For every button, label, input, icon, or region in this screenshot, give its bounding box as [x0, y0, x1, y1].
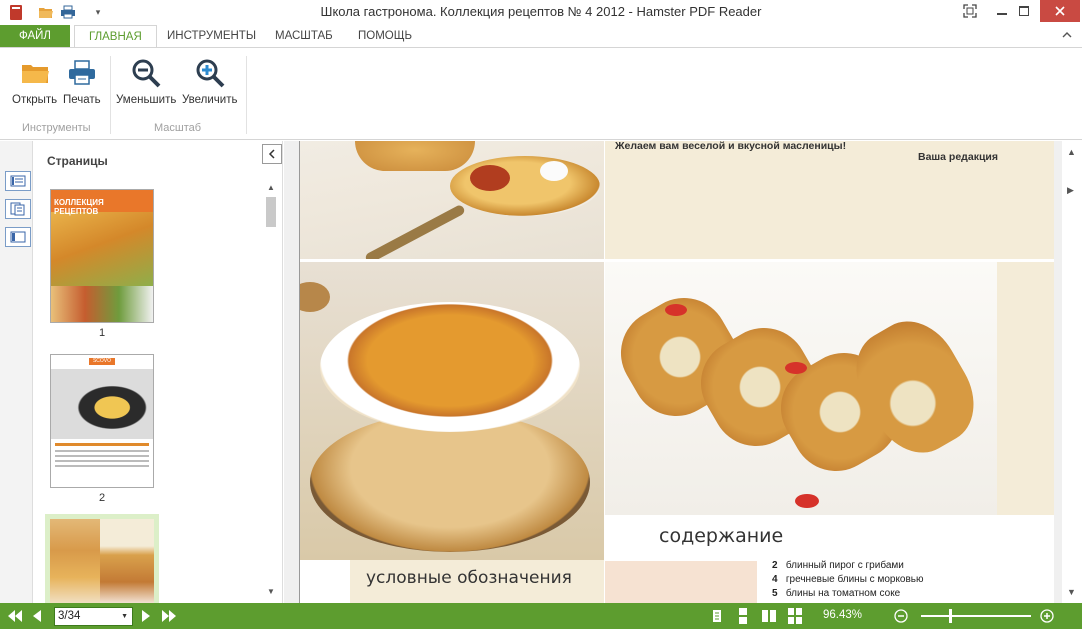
scroll-thumb[interactable]	[266, 197, 276, 227]
scroll-up-icon[interactable]: ▲	[267, 183, 275, 192]
zoom-level: 96.43%	[823, 609, 863, 621]
print-icon	[65, 56, 99, 90]
tab-scale[interactable]: МАСШТАБ	[261, 25, 347, 48]
chevron-left-icon	[268, 149, 275, 159]
zoom-in-label: Увеличить	[182, 94, 238, 106]
legend-heading: условные обозначения	[366, 568, 572, 588]
legend-block: условные обозначения	[300, 560, 604, 603]
print-button[interactable]: Печать	[63, 56, 101, 106]
open-label: Открыть	[12, 94, 58, 106]
contents-title-1: блинный пирог с грибами	[785, 560, 904, 571]
scroll-thumb[interactable]: ▶	[1067, 185, 1074, 196]
tab-file[interactable]: ФАЙЛ	[0, 25, 70, 48]
tab-tools[interactable]: ИНСТРУМЕНТЫ	[153, 25, 270, 48]
zoom-in-icon	[193, 56, 227, 90]
window-title: Школа гастронома. Коллекция рецептов № 4…	[320, 4, 762, 19]
zoom-slider[interactable]	[921, 609, 1031, 623]
contents-item-1[interactable]: 2 блинный пирог с грибами	[772, 560, 904, 571]
fullscreen-icon[interactable]	[954, 0, 986, 22]
scroll-down-icon[interactable]: ▼	[1067, 587, 1076, 597]
photo-pancake-cake	[300, 262, 604, 560]
single-page-view-icon[interactable]	[710, 607, 724, 625]
close-icon[interactable]	[1040, 0, 1080, 22]
print-label: Печать	[63, 94, 101, 106]
contents-title-2: гречневые блины с морковью	[785, 574, 924, 585]
zoom-out-button[interactable]: Уменьшить	[116, 56, 176, 106]
zoom-out-label: Уменьшить	[116, 94, 177, 106]
ribbon: Открыть Печать Уменьшить Увеличить Инстр…	[0, 47, 1082, 140]
page-thumbnail-3[interactable]	[45, 514, 159, 603]
document-scrollbar[interactable]: ▲ ▶ ▼	[1062, 141, 1082, 603]
page-thumbnail-1[interactable]: КОЛЛЕКЦИЯ РЕЦЕПТОВ	[50, 189, 154, 323]
contents-block: содержание 2 блинный пирог с грибами 4 г…	[605, 515, 1054, 603]
photo-stuffed-crepes	[605, 262, 997, 515]
last-page-icon[interactable]	[160, 607, 178, 625]
thumbnail-list: КОЛЛЕКЦИЯ РЕЦЕПТОВ 1 SCOVO 2	[33, 179, 263, 603]
page-number-1: 1	[98, 327, 106, 339]
editorial-block: Желаем вам веселой и вкусной масленицы! …	[605, 141, 1054, 259]
zoom-out-icon[interactable]	[893, 607, 909, 625]
two-page-view-icon[interactable]	[760, 607, 778, 625]
pages-view-icon[interactable]	[5, 199, 31, 219]
zoom-slider-handle[interactable]	[948, 609, 952, 623]
two-page-continuous-icon[interactable]	[786, 607, 804, 625]
contents-item-2[interactable]: 4 гречневые блины с морковью	[772, 574, 924, 585]
bookmarks-view-icon[interactable]	[5, 171, 31, 191]
collapse-panel-button[interactable]	[262, 144, 282, 164]
photo-pancakes-spoon	[300, 141, 604, 259]
pages-panel-title: Страницы	[47, 154, 108, 168]
side-toolbar	[0, 141, 33, 603]
page-dropdown-icon[interactable]: ▼	[121, 608, 128, 625]
page-thumbnail-2[interactable]: SCOVO	[50, 354, 154, 488]
tab-home[interactable]: ГЛАВНАЯ	[74, 25, 157, 48]
tab-help[interactable]: ПОМОЩЬ	[344, 25, 426, 48]
status-bar: 3/34 ▼ 96.43%	[0, 603, 1082, 629]
previous-page-icon[interactable]	[30, 607, 44, 625]
title-bar: ▾ Школа гастронома. Коллекция рецептов №…	[0, 0, 1082, 25]
continuous-view-icon[interactable]	[736, 607, 750, 625]
page-number-2: 2	[98, 492, 106, 504]
contents-item-3[interactable]: 5 блины на томатном соке	[772, 588, 900, 599]
thumbnail-1-header: КОЛЛЕКЦИЯ РЕЦЕПТОВ	[51, 190, 153, 216]
contents-page-1: 2	[772, 560, 778, 571]
page-number-input[interactable]: 3/34 ▼	[54, 607, 133, 626]
first-page-icon[interactable]	[6, 607, 24, 625]
editor-signature: Ваша редакция	[918, 151, 998, 163]
contents-heading: содержание	[659, 525, 784, 547]
ribbon-tabs: ФАЙЛ ГЛАВНАЯ ИНСТРУМЕНТЫ МАСШТАБ ПОМОЩЬ	[0, 25, 1082, 48]
scroll-down-icon[interactable]: ▼	[267, 587, 275, 596]
contents-page-2: 4	[772, 574, 778, 585]
maximize-icon[interactable]	[1008, 0, 1040, 22]
document-view[interactable]: Желаем вам веселой и вкусной масленицы! …	[284, 141, 1082, 603]
contents-title-3: блины на томатном соке	[785, 588, 901, 599]
next-page-icon[interactable]	[139, 607, 153, 625]
outline-view-icon[interactable]	[5, 227, 31, 247]
group-separator	[246, 56, 247, 134]
zoom-in-button[interactable]: Увеличить	[182, 56, 237, 106]
page-margin	[997, 262, 1054, 515]
open-folder-icon	[18, 56, 52, 90]
group-separator	[110, 56, 111, 134]
pages-panel: Страницы КОЛЛЕКЦИЯ РЕЦЕПТОВ 1 SCOVO 2 ▲ …	[33, 141, 283, 603]
editorial-caption: Желаем вам веселой и вкусной масленицы!	[615, 141, 847, 152]
group-label-tools: Инструменты	[22, 122, 91, 134]
contents-page-3: 5	[772, 588, 778, 599]
pdf-page: Желаем вам веселой и вкусной масленицы! …	[299, 141, 1054, 603]
open-button[interactable]: Открыть	[12, 56, 57, 106]
pages-scrollbar[interactable]: ▲ ▼	[263, 179, 280, 603]
zoom-in-icon[interactable]	[1039, 607, 1055, 625]
zoom-out-icon	[129, 56, 163, 90]
page-number-value: 3/34	[58, 610, 81, 622]
collapse-ribbon-icon[interactable]	[1062, 29, 1072, 41]
scroll-up-icon[interactable]: ▲	[1067, 147, 1076, 157]
group-label-scale: Масштаб	[154, 122, 202, 134]
thumbnail-2-header: SCOVO	[89, 358, 115, 365]
